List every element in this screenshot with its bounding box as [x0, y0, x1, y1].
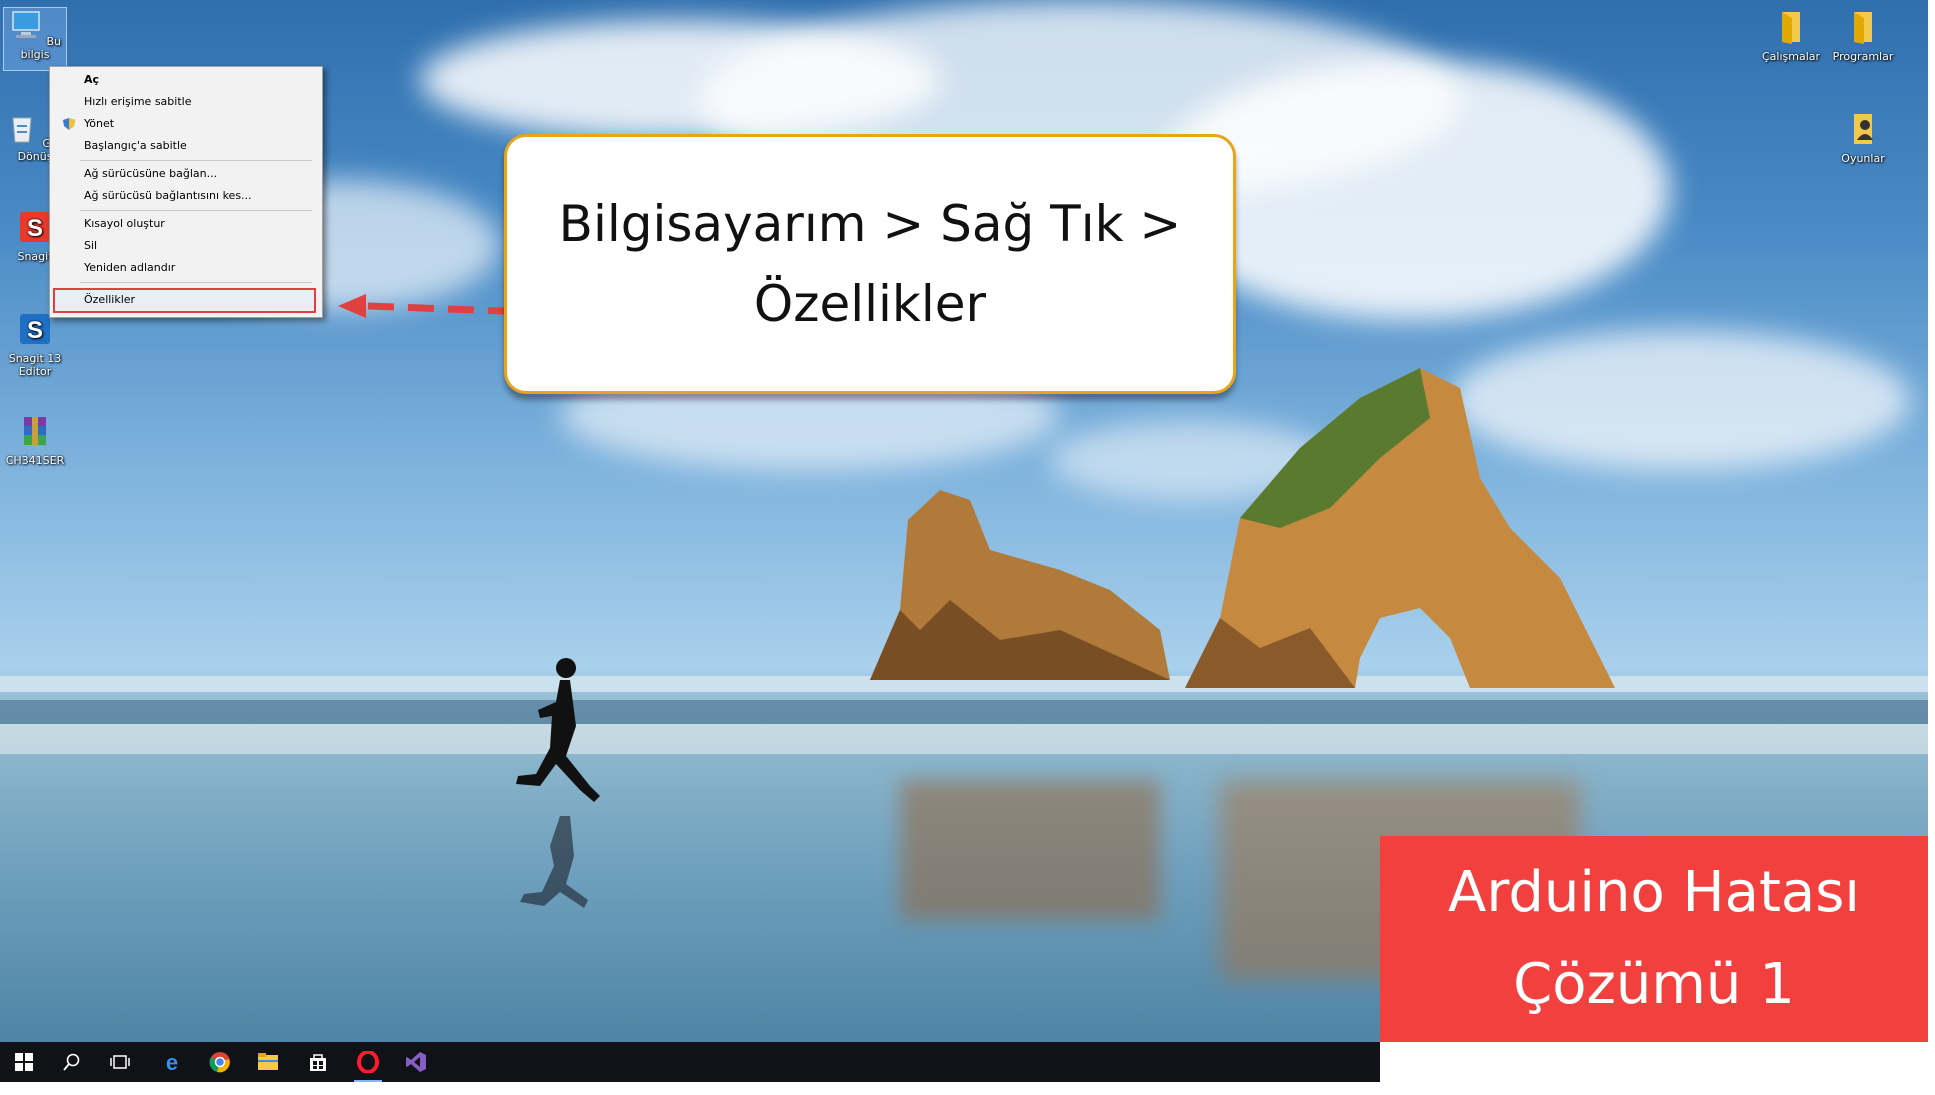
desktop-icon-snagit-editor[interactable]: S Snagit 13 Editor [4, 312, 66, 378]
search-button[interactable] [48, 1042, 96, 1082]
recycle-bin-icon [12, 117, 32, 143]
opera-icon [357, 1051, 379, 1073]
start-button[interactable] [0, 1042, 48, 1082]
taskbar-file-explorer[interactable] [244, 1042, 292, 1082]
file-explorer-icon [258, 1053, 278, 1070]
desktop-icon-ch341ser[interactable]: CH341SER [4, 414, 66, 467]
folder-icon [1854, 12, 1872, 44]
taskbar-visual-studio[interactable] [392, 1042, 440, 1082]
title-banner: Arduino Hatası Çözümü 1 [1380, 836, 1928, 1042]
taskbar: e [0, 1042, 1380, 1082]
banner-line-2: Çözümü 1 [1513, 952, 1795, 1017]
taskbar-edge[interactable]: e [148, 1042, 196, 1082]
menu-item-map-network-drive[interactable]: Ağ sürücüsüne bağlan... [84, 164, 217, 184]
desktop-icon-label: Programlar [1832, 50, 1894, 63]
chrome-icon [209, 1052, 230, 1073]
svg-text:S: S [27, 317, 43, 344]
desktop-icon-programlar[interactable]: Programlar [1830, 10, 1896, 63]
menu-item-rename[interactable]: Yeniden adlandır [84, 258, 175, 278]
menu-item-pin-start[interactable]: Başlangıç'a sabitle [84, 136, 187, 156]
instruction-callout: Bilgisayarım > Sağ Tık > Özellikler [504, 134, 1236, 394]
callout-line-2: Özellikler [753, 275, 987, 333]
small-rock [870, 490, 1170, 680]
banner-line-1: Arduino Hatası [1448, 860, 1860, 925]
callout-line-1: Bilgisayarım > Sağ Tık > [558, 195, 1182, 253]
menu-item-disconnect-network-drive[interactable]: Ağ sürücüsü bağlantısını kes... [84, 186, 252, 206]
menu-item-pin-quick-access[interactable]: Hızlı erişime sabitle [84, 92, 191, 112]
taskbar-chrome[interactable] [196, 1042, 244, 1082]
sea-band [0, 700, 1928, 724]
task-view-button[interactable] [96, 1042, 144, 1082]
rock-reflection [900, 780, 1160, 920]
menu-item-ac[interactable]: Aç [84, 70, 99, 90]
desktop-icon-calismalar[interactable]: Çalışmalar [1758, 10, 1824, 63]
desktop-icon-oyunlar[interactable]: Oyunlar [1830, 112, 1896, 165]
menu-separator [80, 160, 312, 161]
store-icon [310, 1054, 326, 1071]
taskbar-store[interactable] [294, 1042, 342, 1082]
menu-item-properties[interactable]: Özellikler [84, 290, 135, 310]
search-icon [63, 1053, 80, 1071]
taskbar-opera[interactable] [344, 1042, 392, 1082]
snagit-editor-icon: S [20, 314, 50, 344]
task-view-icon [110, 1055, 130, 1069]
menu-item-yonet[interactable]: Yönet [84, 114, 114, 134]
menu-item-create-shortcut[interactable]: Kısayol oluştur [84, 214, 165, 234]
menu-separator [80, 210, 312, 211]
user-folder-icon [1854, 114, 1873, 144]
desktop-icon-label: CH341SER [5, 454, 65, 467]
folder-icon [1782, 12, 1800, 44]
menu-separator [80, 282, 312, 283]
shield-icon [63, 118, 75, 130]
visual-studio-icon [406, 1052, 426, 1072]
callout-text: Bilgisayarım > Sağ Tık > Özellikler [559, 184, 1182, 344]
wave-foam [0, 724, 1928, 754]
winrar-archive-icon [24, 417, 46, 445]
edge-icon: e [166, 1051, 178, 1073]
svg-text:S: S [27, 215, 43, 242]
arch-rock [1185, 368, 1615, 688]
desktop-icon-this-pc[interactable]: Bu bilgis [3, 7, 67, 71]
desktop-icon-label: Çalışmalar [1761, 50, 1821, 63]
computer-icon [12, 11, 40, 38]
start-icon [15, 1053, 33, 1071]
desktop-icon-label: Snagit 13 Editor [8, 352, 62, 378]
svg-text:e: e [166, 1051, 178, 1073]
snagit-icon: S [20, 212, 50, 242]
desktop-icon-label: Snagit [17, 250, 53, 263]
desktop-icon-label: Oyunlar [1841, 152, 1885, 165]
runner-silhouette [516, 658, 600, 908]
context-menu: Aç Hızlı erişime sabitle Yönet Başlangıç… [49, 66, 323, 318]
menu-item-delete[interactable]: Sil [84, 236, 97, 256]
